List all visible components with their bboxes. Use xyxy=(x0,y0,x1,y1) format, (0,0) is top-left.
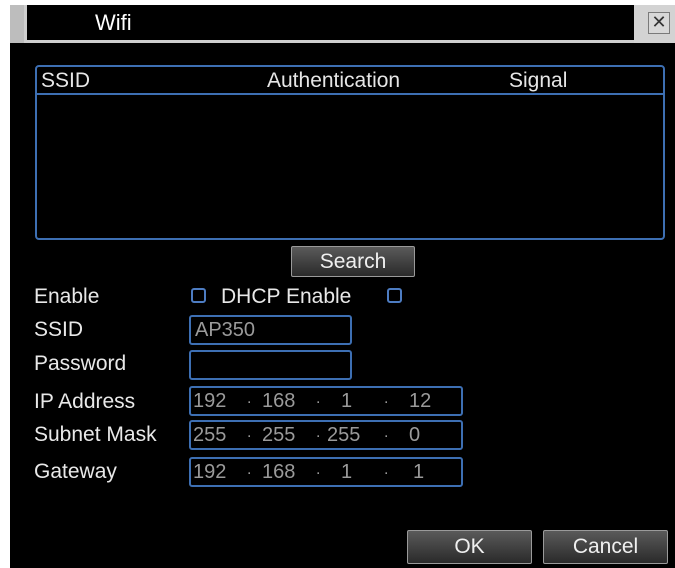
enable-checkbox[interactable] xyxy=(191,288,206,303)
ok-button[interactable]: OK xyxy=(407,530,532,564)
title-bar-left-edge xyxy=(10,5,24,43)
column-ssid[interactable]: SSID xyxy=(41,69,90,93)
ip-separator: . xyxy=(247,390,252,407)
mask-octet-3[interactable]: 255 xyxy=(327,424,360,447)
subnet-mask-input[interactable]: 255 . 255 . 255 . 0 xyxy=(189,420,463,450)
ip-separator: . xyxy=(384,390,389,407)
column-authentication[interactable]: Authentication xyxy=(267,69,400,93)
gateway-separator: . xyxy=(384,461,389,478)
wifi-dialog: Wifi ✕ SSID Authentication Signal Search… xyxy=(10,5,675,568)
ip-address-label: IP Address xyxy=(34,390,136,413)
mask-separator: . xyxy=(316,424,321,441)
ssid-value: AP350 xyxy=(195,319,256,341)
ip-octet-2[interactable]: 168 xyxy=(262,390,295,413)
dialog-title: Wifi xyxy=(95,10,132,35)
mask-separator: . xyxy=(247,424,252,441)
enable-label: Enable xyxy=(34,285,100,308)
ip-separator: . xyxy=(316,390,321,407)
mask-octet-4[interactable]: 0 xyxy=(409,424,420,447)
password-input[interactable] xyxy=(189,350,352,380)
mask-octet-2[interactable]: 255 xyxy=(262,424,295,447)
ip-octet-1[interactable]: 192 xyxy=(193,390,226,413)
gateway-label: Gateway xyxy=(34,460,117,483)
gateway-octet-3[interactable]: 1 xyxy=(341,461,352,484)
dhcp-enable-label: DHCP Enable xyxy=(221,285,352,308)
gateway-separator: . xyxy=(316,461,321,478)
ssid-input[interactable]: AP350 xyxy=(189,315,352,345)
mask-separator: . xyxy=(384,424,389,441)
dhcp-enable-checkbox[interactable] xyxy=(387,288,402,303)
ip-octet-4[interactable]: 12 xyxy=(409,390,431,413)
ip-octet-3[interactable]: 1 xyxy=(341,390,352,413)
close-icon[interactable]: ✕ xyxy=(648,12,670,34)
title-bar-inner: Wifi xyxy=(24,5,634,43)
gateway-octet-1[interactable]: 192 xyxy=(193,461,226,484)
list-header: SSID Authentication Signal xyxy=(37,67,663,95)
gateway-octet-4[interactable]: 1 xyxy=(413,461,424,484)
gateway-input[interactable]: 192 . 168 . 1 . 1 xyxy=(189,457,463,487)
title-bar: Wifi ✕ xyxy=(10,5,675,43)
ssid-label: SSID xyxy=(34,318,84,341)
search-button[interactable]: Search xyxy=(291,246,415,277)
cancel-button[interactable]: Cancel xyxy=(543,530,668,564)
mask-octet-1[interactable]: 255 xyxy=(193,424,226,447)
gateway-separator: . xyxy=(247,461,252,478)
ip-address-input[interactable]: 192 . 168 . 1 . 12 xyxy=(189,386,463,416)
wifi-network-list[interactable]: SSID Authentication Signal xyxy=(35,65,665,240)
password-label: Password xyxy=(34,352,127,375)
gateway-octet-2[interactable]: 168 xyxy=(262,461,295,484)
subnet-mask-label: Subnet Mask xyxy=(34,423,157,446)
column-signal[interactable]: Signal xyxy=(509,69,567,93)
